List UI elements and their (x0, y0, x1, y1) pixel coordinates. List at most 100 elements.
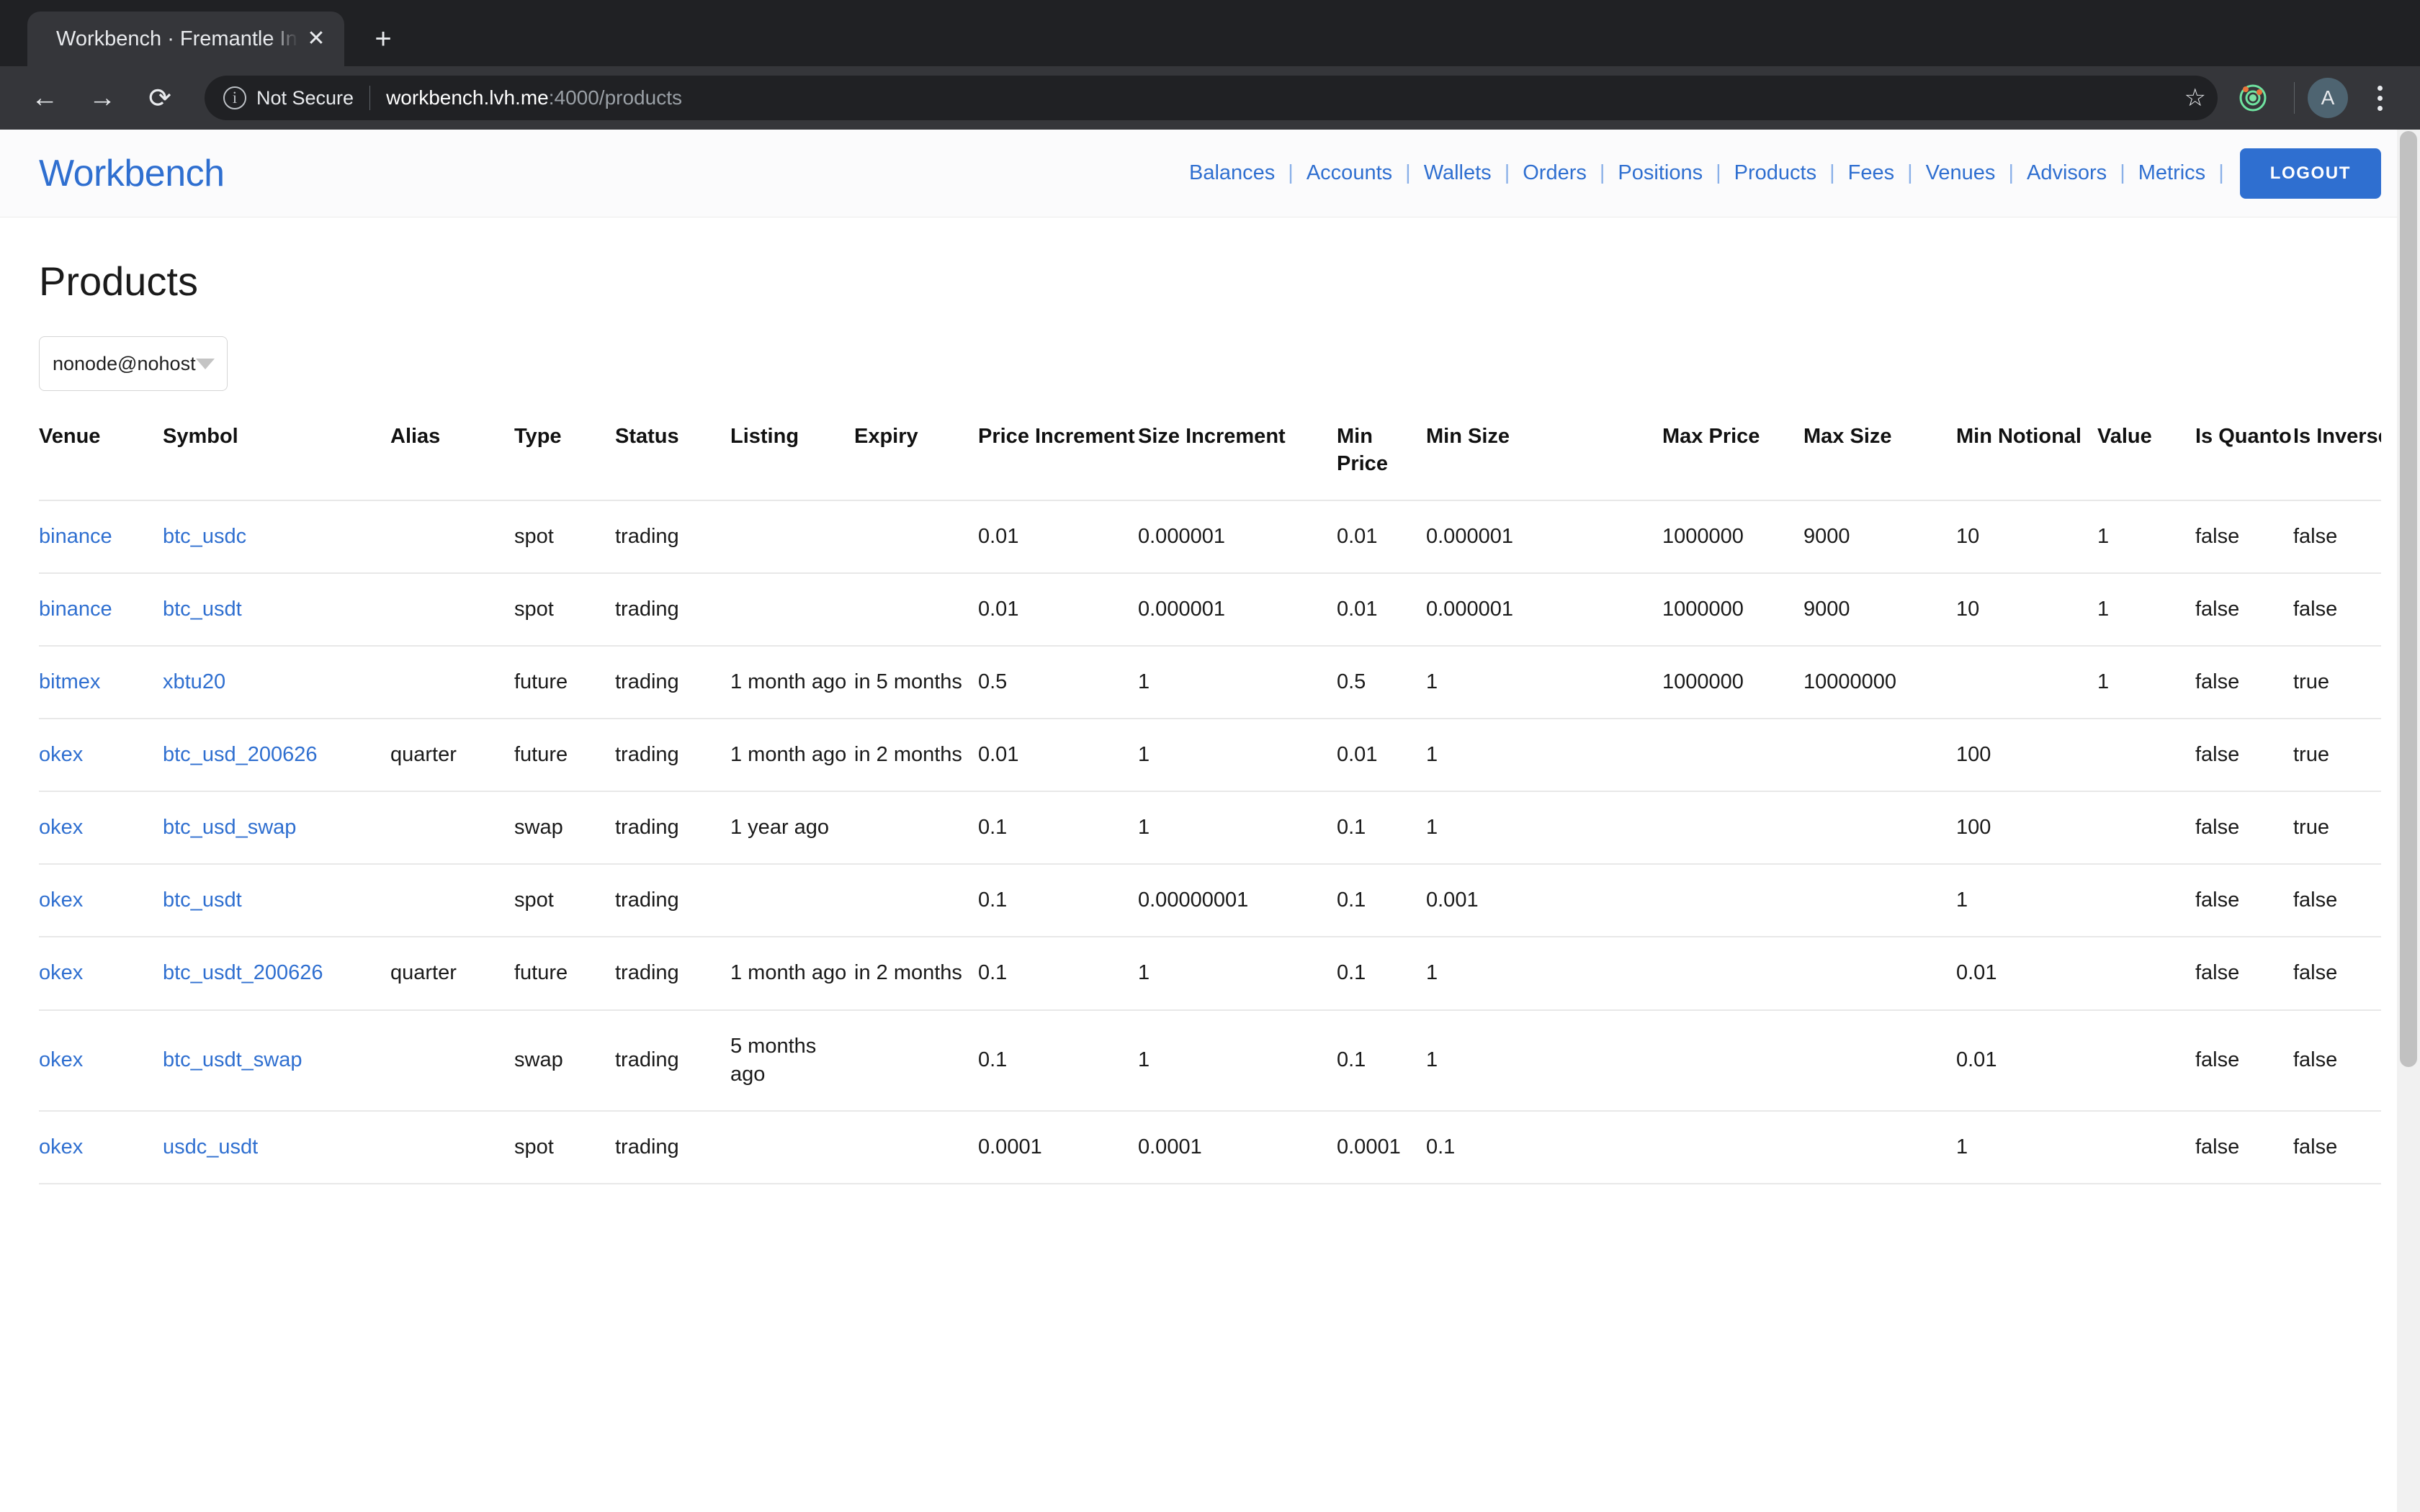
cell-symbol[interactable]: btc_usdt_200626 (163, 937, 390, 1009)
cell-min-notional: 100 (1956, 719, 2097, 791)
cell-is-quanto: false (2195, 719, 2293, 791)
browser-tab[interactable]: Workbench · Fremantle Industries ✕ (27, 12, 344, 66)
nav-separator: | (1405, 161, 1411, 185)
symbol-link[interactable]: btc_usdt (163, 598, 242, 621)
nav-item-balances[interactable]: Balances (1176, 161, 1288, 185)
nav-item-metrics[interactable]: Metrics (2125, 161, 2218, 185)
venue-link[interactable]: binance (39, 525, 112, 548)
cell-symbol[interactable]: xbtu20 (163, 646, 390, 719)
brand-logo[interactable]: Workbench (39, 152, 225, 195)
cell-status: trading (615, 937, 730, 1009)
venue-link[interactable]: okex (39, 961, 83, 984)
vertical-scrollbar[interactable] (2397, 130, 2420, 1512)
cell-size-increment: 0.00000001 (1138, 864, 1337, 937)
symbol-link[interactable]: btc_usdt_swap (163, 1048, 302, 1071)
nav-item-accounts[interactable]: Accounts (1294, 161, 1405, 185)
venue-link[interactable]: okex (39, 1048, 83, 1071)
logout-button[interactable]: LOGOUT (2240, 148, 2381, 199)
cell-alias (390, 791, 514, 864)
cell-size-increment: 1 (1138, 646, 1337, 719)
symbol-link[interactable]: btc_usdc (163, 525, 246, 548)
address-bar[interactable]: i Not Secure workbench.lvh.me:4000/produ… (205, 76, 2218, 120)
page-content: Products nonode@nohost Venue Symbol (0, 258, 2420, 1184)
venue-link[interactable]: okex (39, 743, 83, 766)
venue-link[interactable]: okex (39, 1135, 83, 1158)
symbol-link[interactable]: btc_usd_swap (163, 816, 296, 839)
cell-symbol[interactable]: btc_usd_swap (163, 791, 390, 864)
table-row: okexbtc_usdtspottrading0.10.000000010.10… (39, 864, 2381, 937)
cell-symbol[interactable]: usdc_usdt (163, 1111, 390, 1184)
nav-item-positions[interactable]: Positions (1605, 161, 1716, 185)
venue-link[interactable]: binance (39, 598, 112, 621)
vertical-scrollbar-thumb[interactable] (2400, 131, 2417, 1067)
cell-symbol[interactable]: btc_usd_200626 (163, 719, 390, 791)
symbol-link[interactable]: btc_usdt (163, 888, 242, 912)
cell-is-quanto: false (2195, 791, 2293, 864)
nav-item-advisors[interactable]: Advisors (2014, 161, 2120, 185)
cell-venue[interactable]: okex (39, 1010, 163, 1111)
nav-item-products[interactable]: Products (1721, 161, 1829, 185)
cell-venue[interactable]: okex (39, 719, 163, 791)
nav-separator: | (2120, 161, 2125, 185)
cell-max-size (1803, 719, 1956, 791)
cell-symbol[interactable]: btc_usdt (163, 864, 390, 937)
cell-min-price: 0.1 (1337, 937, 1426, 1009)
plus-icon[interactable]: + (356, 12, 411, 66)
close-icon[interactable]: ✕ (304, 27, 328, 51)
info-circle-icon[interactable]: i (223, 86, 246, 109)
cell-price-increment: 0.5 (978, 646, 1138, 719)
cell-venue[interactable]: binance (39, 500, 163, 573)
cell-venue[interactable]: okex (39, 864, 163, 937)
url-path: :4000/products (549, 86, 682, 109)
cell-price-increment: 0.0001 (978, 1111, 1138, 1184)
nav-item-fees[interactable]: Fees (1835, 161, 1907, 185)
nav-item-venues[interactable]: Venues (1913, 161, 2009, 185)
column-header-expiry: Expiry (854, 423, 978, 500)
page-viewport: Workbench Balances | Accounts | Wallets … (0, 130, 2420, 1512)
cell-venue[interactable]: okex (39, 791, 163, 864)
star-icon[interactable]: ☆ (2184, 84, 2206, 112)
cell-type: future (514, 646, 615, 719)
venue-link[interactable]: bitmex (39, 670, 100, 693)
cell-max-size (1803, 791, 1956, 864)
cell-min-price: 0.1 (1337, 864, 1426, 937)
cell-venue[interactable]: binance (39, 573, 163, 646)
venue-link[interactable]: okex (39, 816, 83, 839)
cell-symbol[interactable]: btc_usdt (163, 573, 390, 646)
orbit-extension-icon[interactable] (2232, 77, 2274, 119)
cell-value: 1 (2097, 500, 2195, 573)
cell-size-increment: 0.0001 (1138, 1111, 1337, 1184)
back-icon[interactable]: ← (19, 72, 71, 124)
cell-is-inverse: false (2293, 573, 2381, 646)
avatar[interactable]: A (2308, 78, 2348, 118)
nav-item-orders[interactable]: Orders (1510, 161, 1600, 185)
forward-icon[interactable]: → (76, 72, 128, 124)
symbol-link[interactable]: xbtu20 (163, 670, 225, 693)
cell-venue[interactable]: okex (39, 1111, 163, 1184)
symbol-link[interactable]: usdc_usdt (163, 1135, 258, 1158)
venue-link[interactable]: okex (39, 888, 83, 912)
symbol-link[interactable]: btc_usdt_200626 (163, 961, 323, 984)
cell-alias (390, 1010, 514, 1111)
cell-is-inverse: false (2293, 1010, 2381, 1111)
column-header-is-quanto: Is Quanto (2195, 423, 2293, 500)
cell-status: trading (615, 791, 730, 864)
cell-venue[interactable]: bitmex (39, 646, 163, 719)
table-row: okexusdc_usdtspottrading0.00010.00010.00… (39, 1111, 2381, 1184)
cell-max-price (1662, 719, 1803, 791)
cell-expiry (854, 1010, 978, 1111)
toolbar-divider (2294, 82, 2295, 114)
cell-type: spot (514, 500, 615, 573)
symbol-link[interactable]: btc_usd_200626 (163, 743, 317, 766)
cell-symbol[interactable]: btc_usdc (163, 500, 390, 573)
column-header-max-price: Max Price (1662, 423, 1803, 500)
kebab-menu-icon[interactable] (2358, 76, 2401, 120)
node-select[interactable]: nonode@nohost (39, 336, 228, 391)
cell-is-inverse: true (2293, 791, 2381, 864)
reload-icon[interactable]: ⟳ (134, 72, 186, 124)
cell-venue[interactable]: okex (39, 937, 163, 1009)
cell-symbol[interactable]: btc_usdt_swap (163, 1010, 390, 1111)
cell-is-quanto: false (2195, 573, 2293, 646)
nav-item-wallets[interactable]: Wallets (1411, 161, 1505, 185)
cell-alias (390, 646, 514, 719)
